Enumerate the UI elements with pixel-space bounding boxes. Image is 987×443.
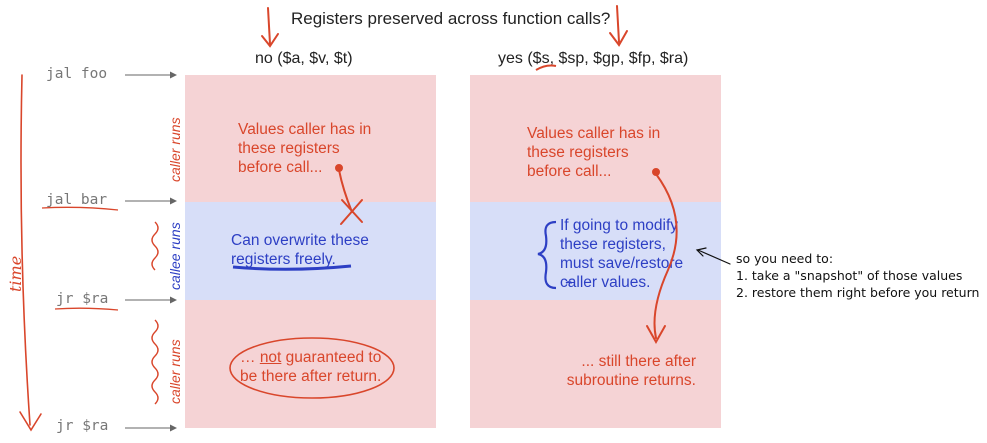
callee-squiggle (151, 221, 159, 271)
not-guaranteed-ellipse (229, 337, 395, 399)
jr-ra-underline (54, 307, 119, 311)
caller-squiggle (151, 319, 159, 405)
registers-freely-underline (232, 264, 352, 271)
side-note-arrow-icon (695, 247, 731, 265)
left-crossed-arrow-icon (335, 164, 363, 225)
time-arrow-icon (19, 74, 42, 432)
annotation-overlay (19, 5, 731, 432)
curly-brace-icon (537, 220, 557, 290)
title-arrow-left-icon (261, 7, 279, 48)
title-arrow-right-icon (609, 5, 628, 47)
right-preserved-arrow-icon (646, 168, 678, 345)
s-underline (535, 64, 557, 71)
brace-tick-mark (565, 281, 573, 284)
jal-bar-underline (41, 206, 119, 211)
